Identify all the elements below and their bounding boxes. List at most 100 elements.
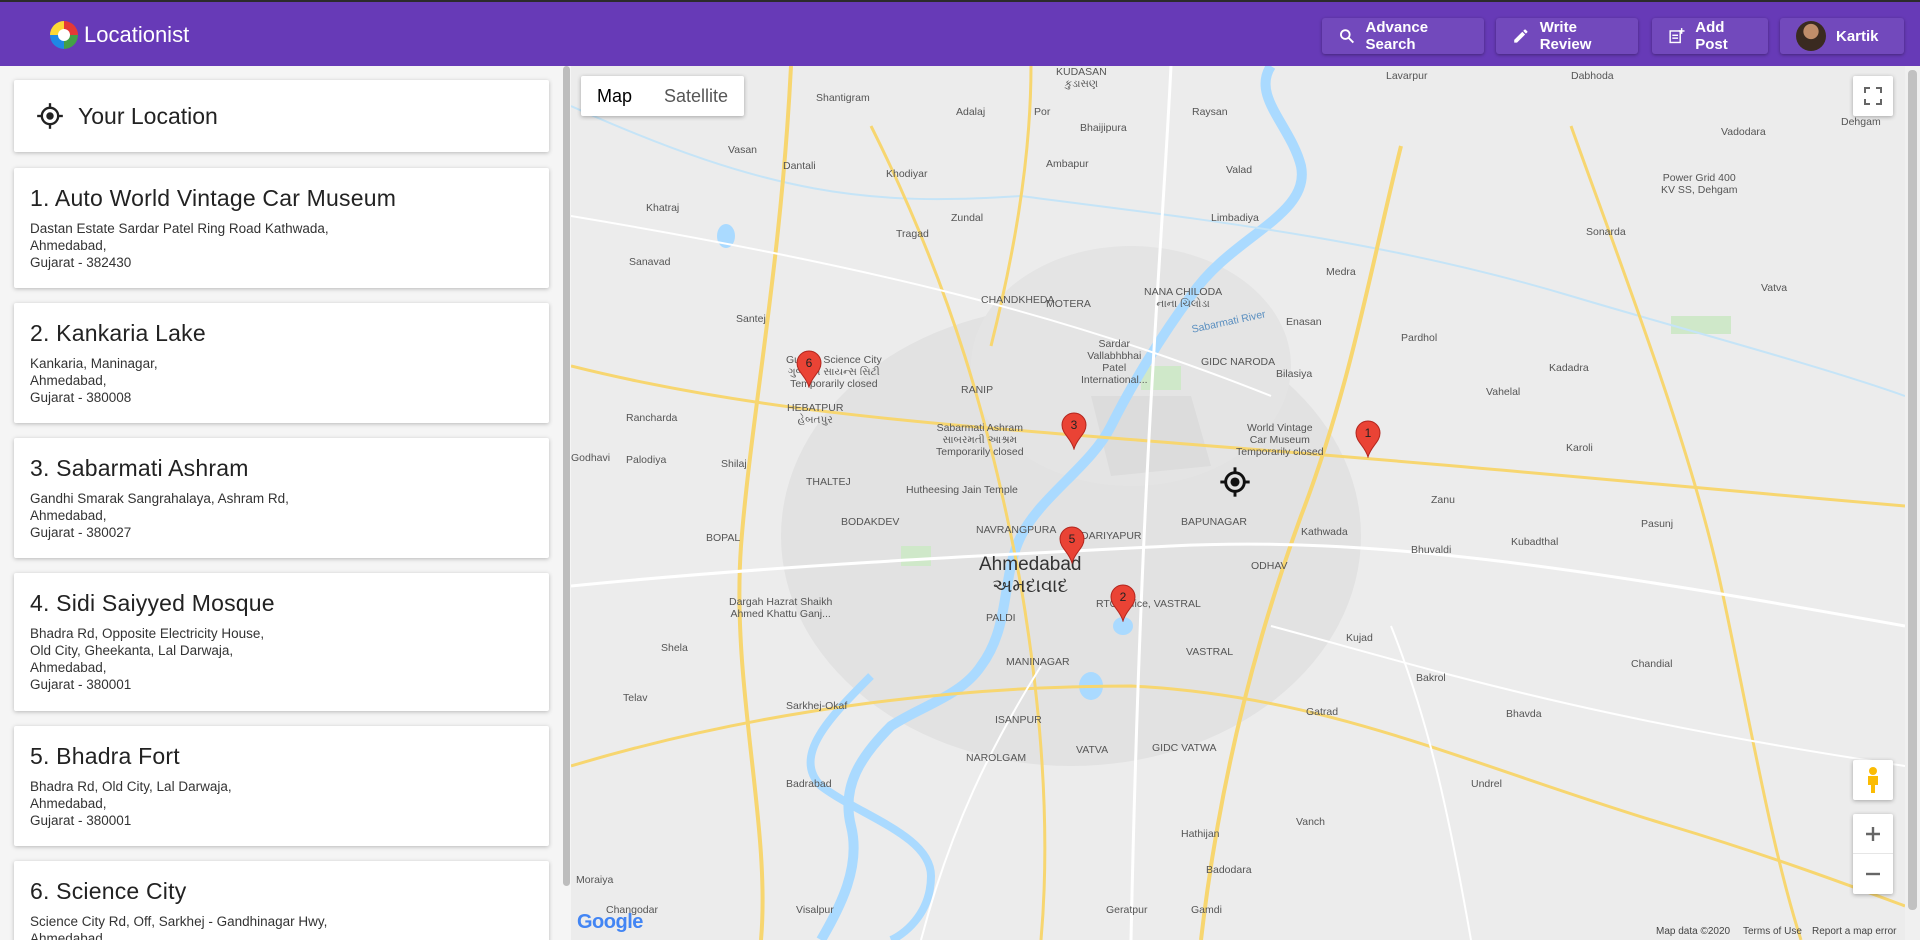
- map-label: Medra: [1326, 266, 1356, 278]
- map-label: Dargah Hazrat Shaikh Ahmed Khattu Ganj...: [729, 596, 833, 620]
- map-label: Zundal: [951, 212, 984, 224]
- map-label: Vatva: [1761, 282, 1788, 294]
- map-label: Shilaj: [721, 458, 747, 470]
- street-view-button[interactable]: [1853, 760, 1893, 800]
- map-marker[interactable]: 2: [1110, 584, 1136, 623]
- place-card[interactable]: 6. Science City Science City Rd, Off, Sa…: [14, 861, 549, 940]
- map-label: NANA CHILODA નાના ચિલોડા: [1144, 286, 1223, 310]
- pencil-icon: [1514, 29, 1528, 43]
- map-label: Vasan: [728, 144, 757, 156]
- fullscreen-button[interactable]: [1853, 76, 1893, 116]
- map-label: Geratpur: [1106, 904, 1148, 916]
- place-address: Gandhi Smarak Sangrahalaya, Ashram Rd, A…: [30, 490, 549, 541]
- current-location-icon: [1220, 467, 1250, 497]
- address-line: Gujarat - 380001: [30, 677, 132, 692]
- marker-label: 5: [1068, 532, 1076, 546]
- page-scrollbar-thumb[interactable]: [1908, 70, 1917, 910]
- address-line: Ahmedabad,: [30, 508, 107, 523]
- google-logo[interactable]: Google: [577, 911, 643, 934]
- address-line: Bhadra Rd, Opposite Electricity House,: [30, 626, 265, 641]
- map-label: Godhavi: [571, 452, 611, 464]
- map-label: MANINAGAR: [1006, 656, 1070, 668]
- map-label: KUDASAN કુડાસણ: [1056, 66, 1107, 90]
- map-label: Badrabad: [786, 778, 832, 790]
- address-line: Ahmedabad,: [30, 796, 107, 811]
- map-label: Bhuvaldi: [1411, 544, 1452, 556]
- map-type-satellite-button[interactable]: Satellite: [648, 76, 744, 116]
- map-label: GIDC VATWA: [1152, 742, 1217, 754]
- address-line: Science City Rd, Off, Sarkhej - Gandhina…: [30, 914, 328, 929]
- sidebar-scrollbar[interactable]: [563, 66, 570, 886]
- map-label: Kathwada: [1301, 526, 1348, 538]
- map-label: BAPUNAGAR: [1181, 516, 1247, 528]
- place-title: 5. Bhadra Fort: [30, 743, 180, 769]
- your-location-card[interactable]: Your Location: [14, 80, 549, 152]
- map-label: Valad: [1226, 164, 1253, 176]
- map-label: Vahelal: [1486, 386, 1521, 398]
- place-title: 4. Sidi Saiyyed Mosque: [30, 590, 275, 616]
- map-label: Visalpur: [796, 904, 834, 916]
- marker-label: 2: [1119, 590, 1127, 604]
- map-label: Tragad: [896, 228, 929, 240]
- map-marker[interactable]: 3: [1061, 412, 1087, 451]
- map-attribution: Map data ©2020: [1656, 926, 1731, 937]
- map-label: Bakrol: [1416, 672, 1446, 684]
- address-line: Ahmedabad,: [30, 660, 107, 675]
- plus-icon: [1866, 826, 1880, 841]
- map-label: Bhavda: [1506, 708, 1542, 720]
- address-line: Ahmedabad,: [30, 931, 107, 940]
- place-card[interactable]: 5. Bhadra Fort Bhadra Rd, Old City, Lal …: [14, 726, 549, 846]
- map-label: Kujad: [1346, 632, 1373, 644]
- place-card[interactable]: 2. Kankaria Lake Kankaria, Maninagar, Ah…: [14, 303, 549, 423]
- map-marker[interactable]: 5: [1059, 526, 1085, 565]
- map-label: DARIYAPUR: [1081, 530, 1142, 542]
- map-label: Sanavad: [629, 256, 671, 268]
- map-marker[interactable]: 6: [796, 350, 822, 389]
- map-label: Chandial: [1631, 658, 1673, 670]
- map-type-map-button[interactable]: Map: [581, 76, 648, 116]
- terms-link[interactable]: Terms of Use: [1743, 926, 1802, 937]
- map-label: Vadodara: [1721, 126, 1766, 138]
- marker-label: 3: [1070, 418, 1078, 432]
- map-label: Bilasiya: [1276, 368, 1313, 380]
- advance-search-button[interactable]: Advance Search: [1322, 18, 1484, 54]
- map-type-control: Map Satellite: [581, 76, 745, 116]
- user-name: Kartik: [1836, 27, 1879, 45]
- place-card[interactable]: 3. Sabarmati Ashram Gandhi Smarak Sangra…: [14, 438, 549, 558]
- brand-logo-icon: [50, 21, 78, 49]
- map-label: NAROLGAM: [966, 752, 1027, 764]
- address-line: Dastan Estate Sardar Patel Ring Road Kat…: [30, 221, 329, 236]
- place-address: Bhadra Rd, Opposite Electricity House, O…: [30, 625, 549, 693]
- map-view[interactable]: KUDASAN કુડાસણ Shantigram Adalaj Por Bhai…: [571, 66, 1905, 940]
- place-card[interactable]: 4. Sidi Saiyyed Mosque Bhadra Rd, Opposi…: [14, 573, 549, 711]
- map-label: Sarkhej-Okaf: [786, 700, 848, 712]
- user-menu-button[interactable]: Kartik: [1780, 18, 1904, 54]
- report-error-link[interactable]: Report a map error: [1812, 926, 1896, 937]
- map-label: RANIP: [961, 384, 994, 396]
- zoom-out-button[interactable]: [1853, 854, 1893, 894]
- write-review-label: Write Review: [1539, 19, 1592, 53]
- map-label: ODHAV: [1251, 560, 1288, 572]
- map-marker[interactable]: 1: [1355, 420, 1381, 459]
- map-label: PALDI: [986, 612, 1016, 624]
- map-label: Shantigram: [816, 92, 870, 104]
- zoom-in-button[interactable]: [1853, 814, 1893, 854]
- map-label: Sardar Vallabhbhai Patel International...: [1081, 338, 1148, 386]
- map-label: THALTEJ: [806, 476, 851, 488]
- page-scrollbar[interactable]: [1905, 66, 1920, 940]
- map-label: Sabarmati Ashram સાબરમતી આશ્રમ Temporarily…: [936, 422, 1024, 458]
- map-label: Khodiyar: [886, 168, 928, 180]
- brand[interactable]: Locationist: [50, 21, 189, 49]
- map-label: Pasunj: [1641, 518, 1674, 530]
- place-address: Science City Rd, Off, Sarkhej - Gandhina…: [30, 913, 549, 940]
- place-card[interactable]: 1. Auto World Vintage Car Museum Dastan …: [14, 168, 549, 288]
- minus-icon: [1866, 872, 1880, 876]
- map-label: Zanu: [1431, 494, 1455, 506]
- app-title: Locationist: [84, 22, 190, 47]
- pegman-icon: [1868, 767, 1878, 793]
- write-review-button[interactable]: Write Review: [1496, 18, 1638, 54]
- add-post-button[interactable]: Add Post: [1652, 18, 1768, 54]
- map-label: Telav: [623, 692, 648, 704]
- map-label: Adalaj: [956, 106, 986, 118]
- address-line: Gujarat - 380001: [30, 813, 132, 828]
